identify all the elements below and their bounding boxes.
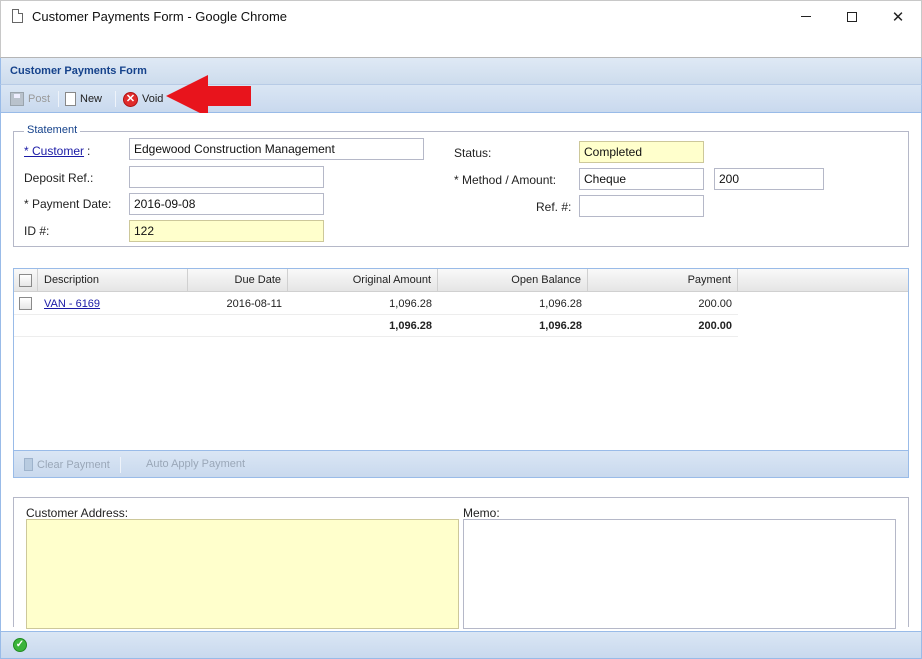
status-field: Completed bbox=[579, 141, 704, 163]
new-button[interactable]: New bbox=[65, 90, 102, 108]
new-button-label: New bbox=[80, 93, 103, 105]
toolbar-separator bbox=[120, 457, 121, 473]
total-payment: 200.00 bbox=[698, 320, 732, 332]
form-toolbar: Post New ✕ Void bbox=[0, 84, 922, 113]
method-amount-label: * Method / Amount: bbox=[454, 173, 557, 187]
grid-header: Description Due Date Original Amount Ope… bbox=[14, 269, 908, 292]
auto-apply-payment-button[interactable]: Auto Apply Payment bbox=[146, 458, 245, 470]
ref-number-label: Ref. #: bbox=[536, 200, 572, 214]
invoice-grid: Description Due Date Original Amount Ope… bbox=[13, 268, 909, 478]
total-open-balance: 1,096.28 bbox=[539, 320, 582, 332]
total-original-amount: 1,096.28 bbox=[389, 320, 432, 332]
row-description-cell: VAN - 6169 bbox=[38, 293, 188, 315]
invoice-link[interactable]: VAN - 6169 bbox=[44, 298, 100, 310]
post-button-label: Post bbox=[28, 93, 51, 105]
column-header-original-amount[interactable]: Original Amount bbox=[288, 269, 438, 292]
payment-date-label: * Payment Date: bbox=[24, 197, 112, 211]
row-due-date: 2016-08-11 bbox=[226, 298, 282, 310]
column-header-payment[interactable]: Payment bbox=[588, 269, 738, 292]
maximize-icon bbox=[847, 11, 857, 22]
auto-apply-label: Auto Apply Payment bbox=[146, 458, 246, 470]
row-payment[interactable]: 200.00 bbox=[588, 293, 738, 315]
window-title: Customer Payments Form - Google Chrome bbox=[32, 9, 288, 24]
column-header-open-balance[interactable]: Open Balance bbox=[438, 269, 588, 292]
row-open-balance: 1,096.28 bbox=[539, 298, 582, 310]
panel-header: Customer Payments Form bbox=[0, 58, 922, 84]
page-icon bbox=[12, 9, 23, 23]
minimize-icon bbox=[801, 16, 811, 17]
customer-label-link[interactable]: * Customer bbox=[24, 144, 84, 158]
payment-method-field[interactable]: Cheque bbox=[579, 168, 704, 190]
void-button[interactable]: ✕ Void bbox=[123, 90, 163, 108]
toolbar-separator bbox=[58, 91, 59, 107]
customer-field[interactable]: Edgewood Construction Management bbox=[129, 138, 424, 160]
id-field: 122 bbox=[129, 220, 324, 242]
payment-amount-field[interactable]: 200 bbox=[714, 168, 824, 190]
deposit-ref-label: Deposit Ref.: bbox=[24, 171, 94, 185]
close-window-button[interactable]: ✕ bbox=[875, 1, 921, 32]
new-document-icon bbox=[65, 92, 76, 106]
eraser-icon bbox=[24, 458, 33, 471]
ref-number-field[interactable] bbox=[579, 195, 704, 217]
column-header-due-date[interactable]: Due Date bbox=[188, 269, 288, 292]
close-icon: ✕ bbox=[891, 8, 905, 26]
select-all-checkbox[interactable] bbox=[19, 274, 32, 287]
deposit-ref-field[interactable] bbox=[129, 166, 324, 188]
id-label: ID #: bbox=[24, 224, 50, 238]
status-label: Status: bbox=[454, 146, 492, 160]
select-all-cell bbox=[14, 269, 38, 292]
customer-address-textarea bbox=[26, 519, 459, 629]
save-disk-icon bbox=[10, 92, 24, 106]
payment-date-field[interactable]: 2016-09-08 bbox=[129, 193, 324, 215]
memo-label: Memo: bbox=[463, 506, 500, 520]
toolbar-separator bbox=[115, 91, 116, 107]
void-button-label: Void bbox=[142, 93, 164, 105]
minimize-button[interactable] bbox=[783, 1, 829, 32]
customer-label-colon: : bbox=[87, 144, 91, 158]
row-original-amount: 1,096.28 bbox=[389, 298, 432, 310]
row-checkbox[interactable] bbox=[19, 297, 32, 310]
grid-toolbar: Clear Payment Auto Apply Payment bbox=[14, 450, 908, 477]
statement-legend: Statement bbox=[24, 124, 81, 136]
post-button[interactable]: Post bbox=[10, 90, 50, 108]
void-x-icon: ✕ bbox=[123, 91, 138, 107]
panel-title: Customer Payments Form bbox=[10, 65, 147, 77]
table-row[interactable]: VAN - 6169 2016-08-11 1,096.28 1,096.28 … bbox=[14, 293, 738, 315]
browser-address-area bbox=[0, 32, 922, 58]
status-bar: ✓ bbox=[0, 631, 922, 659]
annotation-arrow-icon bbox=[166, 75, 251, 117]
customer-address-label: Customer Address: bbox=[26, 506, 129, 520]
browser-title-bar: Customer Payments Form - Google Chrome ✕ bbox=[0, 0, 922, 32]
clear-payment-button[interactable]: Clear Payment bbox=[24, 458, 110, 471]
column-header-description[interactable]: Description bbox=[38, 269, 188, 292]
maximize-button[interactable] bbox=[829, 1, 875, 32]
clear-payment-label: Clear Payment bbox=[37, 458, 110, 471]
check-icon: ✓ bbox=[13, 638, 27, 652]
totals-row: 1,096.28 1,096.28 200.00 bbox=[14, 315, 738, 337]
memo-textarea[interactable] bbox=[463, 519, 896, 629]
